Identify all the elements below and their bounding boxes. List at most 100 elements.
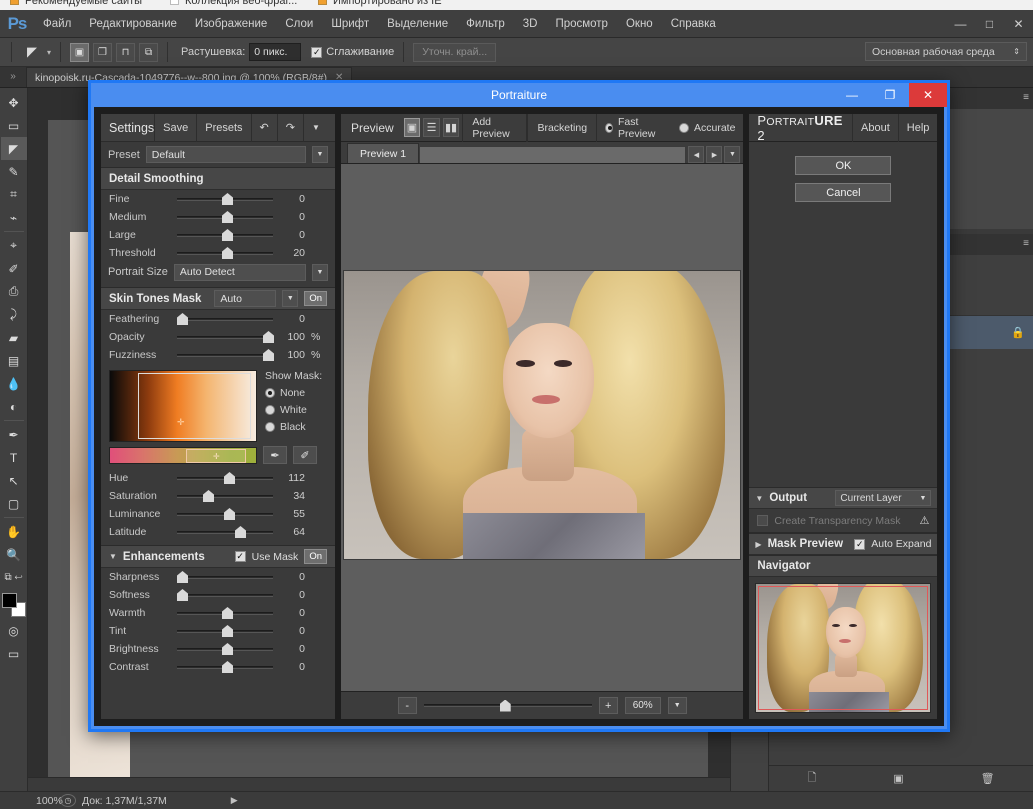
slider-track[interactable]: [177, 226, 273, 244]
status-expand-arrow-icon[interactable]: ▶: [231, 795, 238, 806]
dialog-titlebar[interactable]: Portraiture — ❐ ✕: [91, 83, 947, 107]
help-button[interactable]: Help: [898, 114, 938, 142]
slider-brightness[interactable]: Brightness 0: [101, 640, 335, 658]
lasso-tool-icon[interactable]: ◤: [1, 137, 27, 160]
radio-fast-preview[interactable]: Fast Preview: [597, 116, 671, 140]
healing-brush-tool-icon[interactable]: ⌖: [1, 234, 27, 257]
foreground-background-color[interactable]: [2, 593, 26, 617]
output-section-header[interactable]: ▼ Output Current Layer ▼: [749, 487, 937, 509]
preview-stage[interactable]: [341, 164, 743, 691]
slider-track[interactable]: [177, 487, 273, 505]
screen-mode-icon[interactable]: ▭: [1, 642, 27, 665]
slider-contrast[interactable]: Contrast 0: [101, 658, 335, 676]
lock-icon[interactable]: 🔒: [1011, 326, 1025, 339]
rectangle-tool-icon[interactable]: ▢: [1, 492, 27, 515]
zoom-level[interactable]: 100%: [0, 795, 54, 807]
slider-track[interactable]: [177, 658, 273, 676]
bookmark-label-0[interactable]: Рекомендуемые сайты: [25, 0, 142, 7]
slider-track[interactable]: [177, 622, 273, 640]
dodge-tool-icon[interactable]: ◐: [1, 395, 27, 418]
transparency-mask-checkbox[interactable]: ✓: [757, 515, 768, 526]
menu-3d[interactable]: 3D: [514, 14, 547, 34]
slider-track[interactable]: [177, 568, 273, 586]
bookmark-label-1[interactable]: Коллекция веб-фраг...: [185, 0, 297, 7]
slider-warmth[interactable]: Warmth 0: [101, 604, 335, 622]
chevron-down-icon[interactable]: ▼: [724, 146, 740, 163]
horizontal-split-icon[interactable]: ☰: [423, 118, 440, 137]
slider-latitude[interactable]: Latitude 64: [101, 523, 335, 541]
marquee-tool-icon[interactable]: ▭: [1, 114, 27, 137]
presets-button[interactable]: Presets: [196, 114, 250, 142]
slider-track[interactable]: [177, 604, 273, 622]
slider-track[interactable]: [177, 640, 273, 658]
slider-opacity[interactable]: Opacity 100 %: [101, 328, 335, 346]
enhancements-header[interactable]: ▼ Enhancements ✓ Use Mask On: [101, 546, 335, 568]
skin-mask-on-toggle[interactable]: On: [304, 291, 327, 306]
undo-icon[interactable]: ↶: [251, 114, 277, 142]
menu-type[interactable]: Шрифт: [322, 14, 378, 34]
triangle-down-icon[interactable]: ▼: [755, 494, 763, 503]
eraser-tool-icon[interactable]: ▰: [1, 326, 27, 349]
bookmark-label-2[interactable]: Импортировано из IE: [333, 0, 442, 7]
radio-accurate[interactable]: Accurate: [671, 122, 743, 134]
preset-select[interactable]: Default: [146, 146, 306, 163]
slider-track[interactable]: [177, 310, 273, 328]
radio-show-mask-white[interactable]: White: [265, 404, 322, 416]
panel-menu-icon[interactable]: ≡: [1023, 238, 1029, 249]
ok-button[interactable]: OK: [795, 156, 891, 175]
zoom-slider[interactable]: [424, 697, 592, 714]
slider-track[interactable]: [177, 208, 273, 226]
dialog-minimize-button[interactable]: —: [833, 83, 871, 107]
single-view-icon[interactable]: ▣: [404, 118, 421, 137]
chevron-down-icon[interactable]: ▾: [47, 48, 51, 57]
chevron-down-icon[interactable]: ▼: [312, 146, 328, 163]
chevron-down-icon[interactable]: ▼: [312, 264, 328, 281]
zoom-tool-icon[interactable]: 🔍: [1, 543, 27, 566]
redo-icon[interactable]: ↷: [277, 114, 303, 142]
add-preview-button[interactable]: Add Preview: [462, 114, 527, 142]
cancel-button[interactable]: Cancel: [795, 183, 891, 202]
menu-help[interactable]: Справка: [662, 14, 725, 34]
triangle-down-icon[interactable]: ▼: [109, 552, 117, 561]
quick-mask-icon[interactable]: ⧉ ↩: [1, 566, 27, 589]
antialias-checkbox[interactable]: ✓ Сглаживание: [311, 46, 394, 58]
chevron-down-icon[interactable]: ▼: [303, 114, 328, 142]
zoom-value[interactable]: 60%: [625, 697, 661, 714]
crop-tool-icon[interactable]: ⌗: [1, 183, 27, 206]
navigator-thumbnail[interactable]: [755, 583, 931, 713]
skin-tone-gradient-picker[interactable]: ✛: [109, 370, 257, 442]
zoom-out-button[interactable]: -: [398, 697, 417, 714]
menu-filter[interactable]: Фильтр: [457, 14, 514, 34]
brush-tool-icon[interactable]: ✐: [1, 257, 27, 280]
minimize-button[interactable]: —: [946, 10, 975, 38]
chevron-down-icon[interactable]: ▼: [668, 697, 687, 714]
hue-range-strip[interactable]: ✛: [109, 447, 257, 464]
gradient-tool-icon[interactable]: ▤: [1, 349, 27, 372]
close-button[interactable]: ✕: [1004, 10, 1033, 38]
dialog-maximize-button[interactable]: ❐: [871, 83, 909, 107]
use-mask-checkbox[interactable]: ✓: [235, 551, 246, 562]
slider-track[interactable]: [177, 346, 273, 364]
detail-smoothing-header[interactable]: Detail Smoothing: [101, 168, 335, 190]
dialog-close-button[interactable]: ✕: [909, 83, 947, 107]
radio-show-mask-none[interactable]: None: [265, 387, 322, 399]
expand-arrows-icon[interactable]: »: [0, 66, 26, 87]
slider-large[interactable]: Large 0: [101, 226, 335, 244]
add-selection-icon[interactable]: ❐: [93, 43, 112, 62]
maximize-button[interactable]: □: [975, 10, 1004, 38]
slider-track[interactable]: [177, 244, 273, 262]
radio-show-mask-black[interactable]: Black: [265, 421, 322, 433]
type-tool-icon[interactable]: T: [1, 446, 27, 469]
path-selection-tool-icon[interactable]: ↖: [1, 469, 27, 492]
chevron-right-icon[interactable]: ▶: [706, 146, 722, 163]
delete-layer-icon[interactable]: 🗑: [981, 772, 995, 785]
menu-layers[interactable]: Слои: [276, 14, 322, 34]
menu-select[interactable]: Выделение: [378, 14, 457, 34]
blur-tool-icon[interactable]: 💧: [1, 372, 27, 395]
slider-tint[interactable]: Tint 0: [101, 622, 335, 640]
enhancements-on-toggle[interactable]: On: [304, 549, 327, 564]
eyedropper-tool-icon[interactable]: ⌁: [1, 206, 27, 229]
preview-image[interactable]: [343, 270, 741, 560]
new-selection-icon[interactable]: ▣: [70, 43, 89, 62]
lasso-tool-icon[interactable]: ◤: [21, 42, 43, 62]
